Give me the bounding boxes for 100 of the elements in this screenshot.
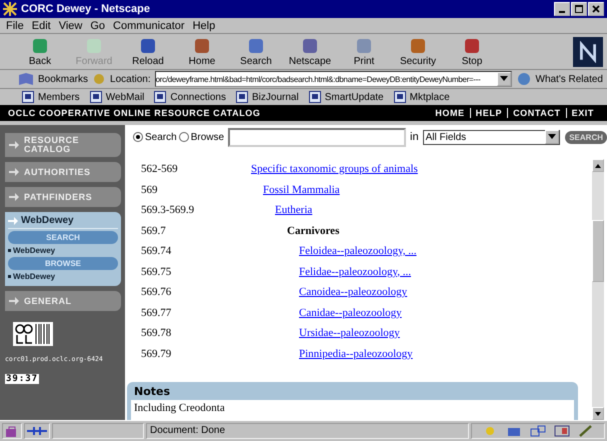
maximize-button[interactable] (571, 2, 587, 16)
topic-link[interactable]: Eutheria (275, 204, 312, 216)
arrow-icon (9, 168, 19, 176)
up-caret-icon (595, 164, 601, 168)
topic-link[interactable]: Ursidae--paleozoology (299, 327, 400, 339)
arrow-icon (9, 141, 19, 149)
arrow-icon (8, 216, 18, 224)
location-label: Location: (110, 74, 151, 84)
header-link[interactable]: EXIT (566, 108, 599, 118)
oclc-logo-drawing (13, 322, 53, 346)
radio-option[interactable]: Browse (178, 132, 224, 142)
page-icon (154, 91, 166, 103)
topic-heading: Carnivores (287, 224, 340, 236)
toolbar-icon (246, 36, 266, 56)
arrow-icon (9, 193, 19, 201)
menu-item[interactable]: File (6, 20, 24, 32)
personal-bookmark[interactable]: Members (22, 91, 80, 103)
url-field[interactable]: orc/deweyframe.html&bad=html/corc/badsearch.html&:dbname=DeweyDB:entityDeweyNumber=--- (154, 71, 512, 87)
notes-title: Notes (133, 384, 172, 400)
topic-link[interactable]: Feloidea--paleozoology, ... (299, 245, 416, 257)
toolbar-icon (138, 36, 158, 56)
search-button[interactable]: SEARCH (565, 130, 607, 144)
address-book-icon[interactable] (554, 425, 570, 437)
class-number: 569.77 (141, 306, 172, 320)
toolbar-button[interactable]: Netscape (284, 36, 336, 67)
clock-display: 39:37 (5, 374, 40, 384)
app-icon (3, 2, 17, 16)
down-caret-icon (595, 412, 601, 416)
scroll-up-button[interactable] (592, 159, 604, 172)
bullet-icon (8, 249, 11, 252)
security-status-icon (2, 423, 22, 439)
menu-item[interactable]: View (58, 20, 82, 32)
toolbar-icon (408, 36, 428, 56)
header-link[interactable]: HELP (470, 108, 508, 118)
page-icon (90, 91, 102, 103)
radio-option[interactable]: Search (133, 132, 177, 142)
personal-bookmark[interactable]: Connections (154, 91, 226, 103)
bookmarks-button[interactable]: Bookmarks (38, 74, 88, 84)
close-button[interactable] (588, 2, 604, 16)
menu-item[interactable]: Communicator (113, 20, 185, 32)
toolbar-icon (84, 36, 104, 56)
header-link[interactable]: HOME (430, 108, 470, 118)
in-label: in (410, 131, 419, 143)
page-icon (22, 91, 34, 103)
toolbar-icon (300, 36, 320, 56)
page-icon (236, 91, 248, 103)
toolbar-button[interactable]: Security (392, 36, 444, 67)
toolbar-icon (462, 36, 482, 56)
menu-item[interactable]: Go (90, 20, 106, 32)
chat-icon[interactable] (530, 425, 546, 437)
page-icon (308, 91, 321, 103)
topic-link[interactable]: Felidae--paleozoology, ... (299, 266, 411, 278)
note-text: Including Creodonta (134, 402, 225, 414)
personal-bookmark[interactable]: WebMail (90, 91, 144, 103)
toolbar-button[interactable]: Home (176, 36, 228, 67)
dropdown-button[interactable] (496, 72, 510, 86)
toolbar-icon (192, 36, 212, 56)
toolbar-button[interactable]: Reload (122, 36, 174, 67)
toolbar-icon (354, 36, 374, 56)
scroll-thumb[interactable] (592, 220, 604, 282)
topic-link[interactable]: Pinnipedia--paleozoology (299, 348, 413, 360)
panel-link[interactable]: WebDewey (13, 272, 56, 281)
toolbar-icon (30, 36, 50, 56)
panel-link[interactable]: WebDewey (13, 246, 56, 255)
bookmark-icon (18, 72, 34, 86)
topic-link[interactable]: Canoidea--paleozoology (299, 286, 408, 298)
toolbar-button[interactable]: Back (14, 36, 66, 67)
topic-link[interactable]: Specific taxonomic groups of animals (251, 163, 418, 175)
class-number: 562-569 (141, 163, 179, 177)
dropdown-button[interactable] (545, 130, 560, 144)
personal-bookmark[interactable]: BizJournal (236, 91, 299, 103)
minimize-button[interactable] (554, 2, 570, 16)
class-number: 569.75 (141, 266, 172, 280)
personal-bookmark[interactable]: SmartUpdate (308, 91, 384, 103)
toolbar-button[interactable]: Search (230, 36, 282, 67)
toolbar-button[interactable]: Print (338, 36, 390, 67)
site-title: OCLC COOPERATIVE ONLINE RESOURCE CATALOG (8, 108, 261, 118)
topic-link[interactable]: Fossil Mammalia (263, 184, 340, 196)
personal-bookmark[interactable]: Mktplace (394, 91, 450, 103)
globe-icon (516, 72, 532, 86)
pen-icon[interactable] (578, 425, 594, 437)
class-number: 569.3-569.9 (141, 204, 196, 218)
status-text: Document: Done (146, 423, 469, 439)
class-number: 569.78 (141, 327, 172, 341)
field-dropdown[interactable]: All Fields (422, 130, 560, 144)
bullet-icon (8, 275, 11, 278)
toolbar-button[interactable]: Stop (446, 36, 498, 67)
header-link[interactable]: CONTACT (507, 108, 566, 118)
close-icon (592, 5, 600, 13)
menu-item[interactable]: Help (192, 20, 216, 32)
topic-link[interactable]: Canidae--paleozoology (299, 306, 402, 318)
menu-item[interactable]: Edit (32, 20, 51, 32)
mail-icon[interactable] (506, 425, 522, 437)
connection-icon (24, 423, 50, 439)
search-field[interactable] (228, 128, 406, 146)
maximize-icon (575, 5, 583, 13)
caret-icon (548, 134, 556, 140)
whats-related-button[interactable]: What's Related (536, 74, 603, 84)
scroll-down-button[interactable] (592, 407, 604, 420)
class-number: 569.74 (141, 245, 172, 259)
